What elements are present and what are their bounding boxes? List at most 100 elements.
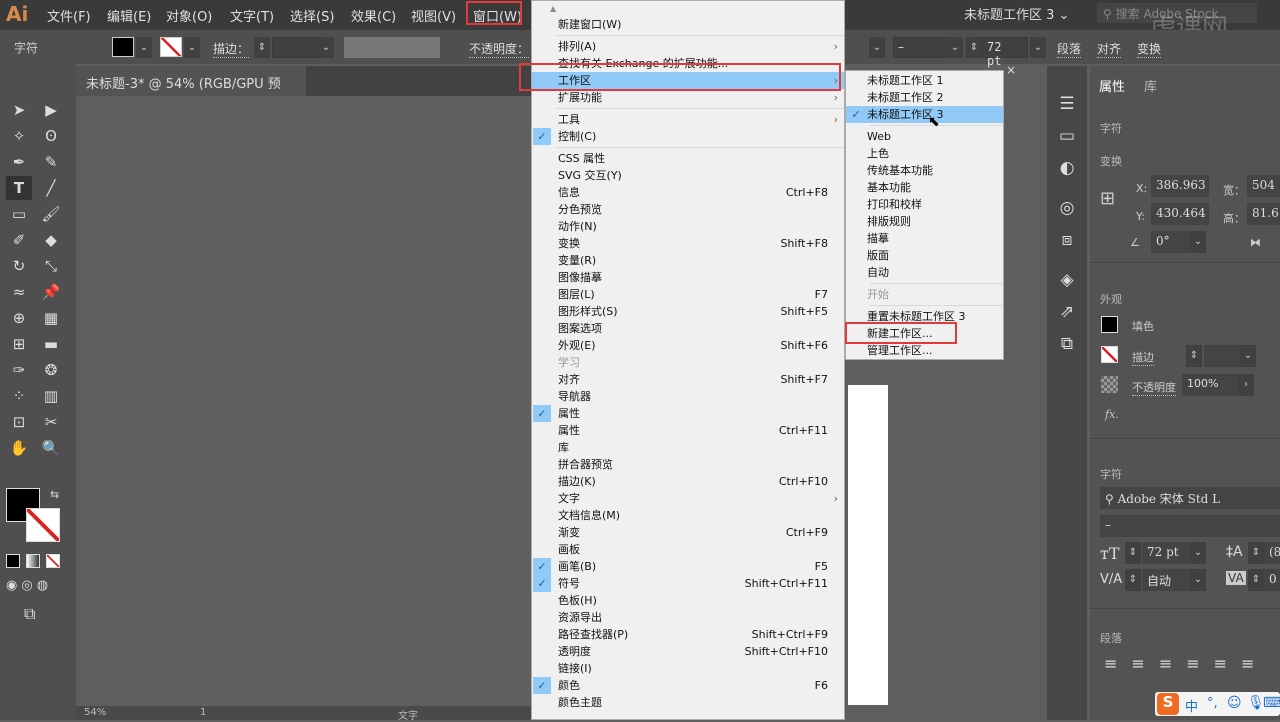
zoom-level[interactable]: 54% <box>84 707 106 718</box>
window-menu-item[interactable]: 链接(I) <box>532 660 844 677</box>
symbol-sprayer-tool-icon[interactable]: ⁘ <box>6 384 32 408</box>
window-menu-item[interactable]: 对齐 Shift+F7 <box>532 371 844 388</box>
y-input[interactable]: 430.464 <box>1151 203 1209 225</box>
align-center-icon[interactable]: ≡ <box>1131 654 1144 673</box>
workspace-menu-item[interactable]: 基本功能 <box>846 179 1003 196</box>
selection-tool-icon[interactable]: ➤ <box>6 98 32 122</box>
blend-tool-icon[interactable]: ❂ <box>38 358 64 382</box>
links-panel-icon[interactable]: ⧉ <box>1047 328 1087 360</box>
window-menu-item[interactable]: 资源导出 <box>532 609 844 626</box>
tab-properties[interactable]: 属性 <box>1099 76 1125 95</box>
gradient-panel-icon[interactable]: ▭ <box>1047 120 1087 152</box>
menu-item[interactable]: 效果(C) <box>351 6 396 25</box>
reference-point-icon[interactable]: ⊞ <box>1100 188 1115 209</box>
brush-definition[interactable] <box>344 37 440 58</box>
window-menu-item[interactable]: 图案选项 <box>532 320 844 337</box>
type-tool-icon[interactable]: T <box>6 176 32 200</box>
window-menu-item[interactable]: SVG 交互(Y) <box>532 167 844 184</box>
artboards-panel-icon[interactable]: ⧈ <box>1047 224 1087 256</box>
window-menu-item[interactable]: 图形样式(S) Shift+F5 <box>532 303 844 320</box>
gradient-mode-icon[interactable] <box>26 554 40 568</box>
export-panel-icon[interactable]: ⇗ <box>1047 296 1087 328</box>
screen-mode-icon[interactable]: ⧉ <box>24 604 35 624</box>
lasso-tool-icon[interactable]: ʘ <box>38 124 64 148</box>
align-link[interactable]: 对齐 <box>1097 40 1122 58</box>
paragraph-link[interactable]: 段落 <box>1057 40 1082 58</box>
line-tool-icon[interactable]: ╱ <box>38 176 64 200</box>
font-style-select[interactable]: – <box>893 37 953 58</box>
window-menu-item[interactable]: 新建窗口(W) <box>532 16 844 33</box>
chevron-down-icon[interactable]: ⌄ <box>869 37 885 58</box>
direct-selection-tool-icon[interactable]: ▶ <box>38 98 64 122</box>
justify-left-icon[interactable]: ≡ <box>1186 654 1199 673</box>
ime-language[interactable]: 中 <box>1185 696 1198 715</box>
kerning-input[interactable]: 自动 <box>1142 569 1190 591</box>
chevron-down-icon[interactable]: ⌄ <box>1190 569 1206 591</box>
chevron-down-icon[interactable]: ⌄ <box>1190 542 1206 564</box>
x-input[interactable]: 386.963 <box>1151 175 1209 197</box>
justify-center-icon[interactable]: ≡ <box>1214 654 1227 673</box>
warp-tool-icon[interactable]: ≈ <box>6 280 32 304</box>
stepper-icon[interactable]: ⇕ <box>254 37 270 58</box>
window-menu-item[interactable]: 路径查找器(P) Shift+Ctrl+F9 <box>532 626 844 643</box>
draw-inside-icon[interactable]: ◍ <box>37 578 48 593</box>
chevron-down-icon[interactable]: ⌄ <box>1030 37 1046 58</box>
canvas[interactable] <box>80 96 531 706</box>
window-menu-item[interactable]: CSS 属性 <box>532 150 844 167</box>
document-tab[interactable]: 未标题-3* @ 54% (RGB/GPU 预览) × <box>76 66 306 111</box>
opacity-input[interactable]: 100% <box>1182 374 1238 396</box>
graph-tool-icon[interactable]: ▥ <box>38 384 64 408</box>
workspace-menu-item[interactable]: 版面 <box>846 247 1003 264</box>
width-input[interactable]: 504 <box>1247 175 1280 197</box>
emoji-icon[interactable]: ☺ <box>1227 695 1242 711</box>
window-menu-item[interactable]: 描边(K) Ctrl+F10 <box>532 473 844 490</box>
scroll-up-icon[interactable]: ▲ <box>532 1 844 16</box>
draw-behind-icon[interactable]: ◎ <box>21 578 32 593</box>
window-menu-item[interactable]: 外观(E) Shift+F6 <box>532 337 844 354</box>
perspective-tool-icon[interactable]: ▦ <box>38 306 64 330</box>
chevron-right-icon[interactable]: › <box>1238 374 1254 396</box>
font-size-input[interactable]: 72 pt <box>982 37 1028 68</box>
window-menu-item[interactable]: ✓ 画笔(B) F5 <box>532 558 844 575</box>
stepper-icon[interactable]: ⇕ <box>966 37 982 58</box>
paintbrush-tool-icon[interactable]: 🖌 <box>38 202 64 226</box>
stepper-icon[interactable]: ⇕ <box>1248 569 1264 591</box>
window-menu-item[interactable]: 拼合器预览 <box>532 456 844 473</box>
stepper-icon[interactable]: ⇕ <box>1125 542 1141 564</box>
eraser-tool-icon[interactable]: ◆ <box>38 228 64 252</box>
stroke-swatch[interactable] <box>1101 346 1118 363</box>
swap-colors-icon[interactable]: ⇆ <box>50 488 59 501</box>
magic-wand-tool-icon[interactable]: ✧ <box>6 124 32 148</box>
window-menu-item[interactable]: 变量(R) <box>532 252 844 269</box>
window-menu-item[interactable]: 工具 › <box>532 111 844 128</box>
stroke-weight-input[interactable] <box>1204 345 1240 367</box>
workspace-menu-item[interactable]: 打印和校样 <box>846 196 1003 213</box>
menu-item[interactable]: 编辑(E) <box>107 6 151 25</box>
workspace-menu-item[interactable]: 管理工作区... <box>846 342 1003 359</box>
window-menu-item[interactable]: 属性 Ctrl+F11 <box>532 422 844 439</box>
fill-swatch[interactable] <box>1101 316 1118 333</box>
stroke-swatch[interactable] <box>160 37 182 57</box>
zoom-tool-icon[interactable]: 🔍 <box>38 436 64 460</box>
punctuation-icon[interactable]: °, <box>1207 696 1218 711</box>
hand-tool-icon[interactable]: ✋ <box>6 436 32 460</box>
chevron-down-icon[interactable]: ⌄ <box>1190 231 1206 253</box>
window-menu-item[interactable]: 文档信息(M) <box>532 507 844 524</box>
window-menu-item[interactable]: ✓ 符号 Shift+Ctrl+F11 <box>532 575 844 592</box>
tab-libraries[interactable]: 库 <box>1144 76 1157 95</box>
window-menu-item[interactable]: 图层(L) F7 <box>532 286 844 303</box>
workspace-menu-item[interactable]: ✓ 未标题工作区 3 <box>846 106 1003 123</box>
stepper-icon[interactable]: ⇕ <box>1248 542 1264 564</box>
properties-panel-icon[interactable]: ☰ <box>1047 88 1087 120</box>
rotate-tool-icon[interactable]: ↻ <box>6 254 32 278</box>
transparency-panel-icon[interactable]: ◐ <box>1047 152 1087 184</box>
leading-input[interactable]: (8 <box>1264 542 1280 564</box>
font-style-select[interactable]: – <box>1100 515 1280 537</box>
window-menu-item[interactable]: 色板(H) <box>532 592 844 609</box>
menu-item[interactable]: 文字(T) <box>230 6 274 25</box>
appearance-panel-icon[interactable]: ◎ <box>1047 192 1087 224</box>
window-menu-item[interactable]: 画板 <box>532 541 844 558</box>
window-menu-item[interactable]: 文字 › <box>532 490 844 507</box>
shape-builder-tool-icon[interactable]: ⊕ <box>6 306 32 330</box>
angle-input[interactable]: 0° <box>1151 231 1191 253</box>
